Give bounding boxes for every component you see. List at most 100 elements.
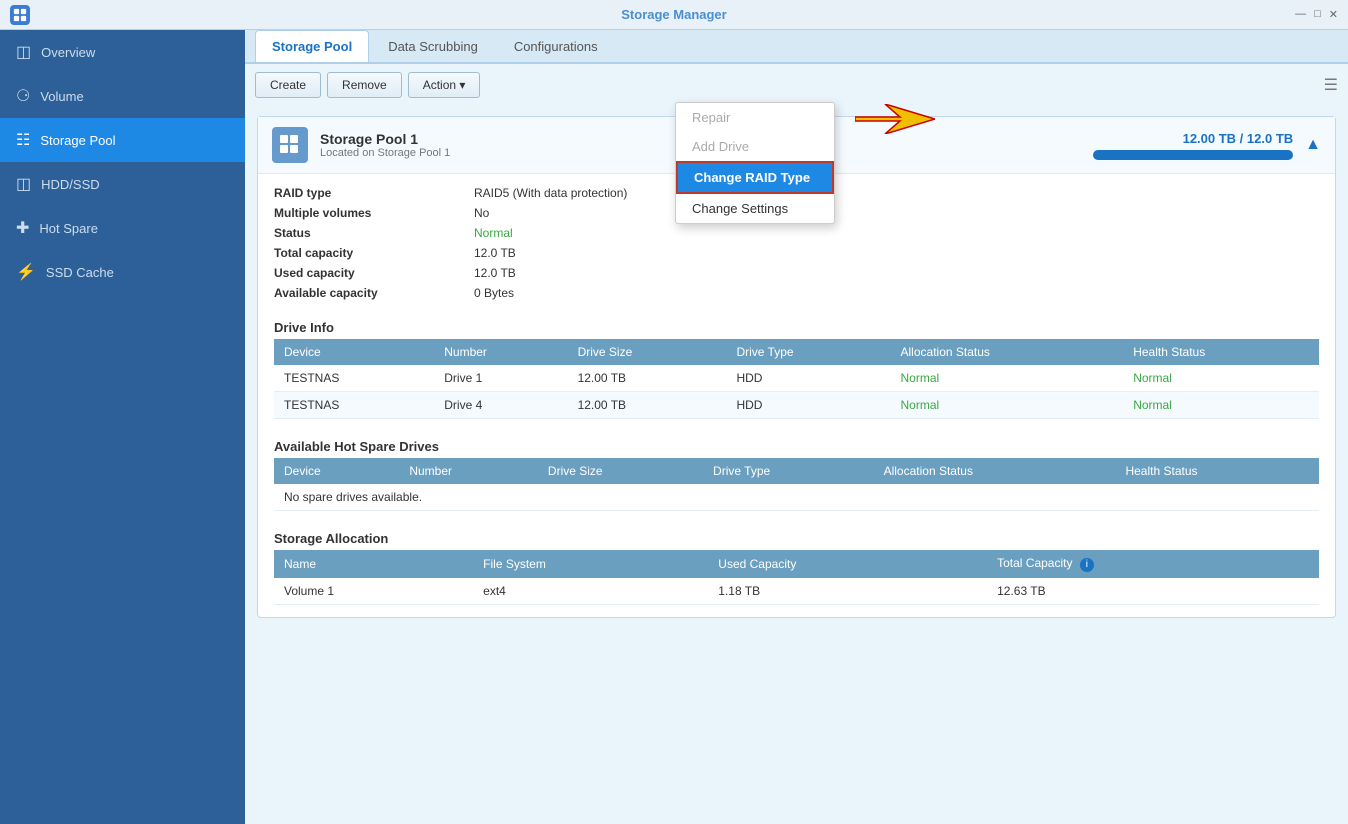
- hot-spare-table: Device Number Drive Size Drive Type Allo…: [274, 458, 1319, 511]
- hot-spare-table-wrapper: Device Number Drive Size Drive Type Allo…: [258, 458, 1335, 523]
- flash-icon: ⚡: [16, 262, 36, 282]
- multiple-volumes-value: No: [474, 206, 1319, 220]
- status-value: Normal: [474, 226, 1319, 240]
- capacity-bar: [1093, 150, 1293, 160]
- tab-bar: Storage Pool Data Scrubbing Configuratio…: [245, 30, 1348, 64]
- col-number: Number: [434, 339, 567, 365]
- titlebar-title: Storage Manager: [621, 7, 726, 22]
- sa-col-total: Total Capacity i: [987, 550, 1319, 578]
- hs-col-drive-size: Drive Size: [538, 458, 703, 484]
- cell-used: 1.18 TB: [708, 578, 987, 605]
- cell-device: TESTNAS: [274, 392, 434, 419]
- dropdown-change-settings[interactable]: Change Settings: [676, 194, 834, 223]
- tab-storage-pool[interactable]: Storage Pool: [255, 30, 369, 62]
- dropdown-add-drive[interactable]: Add Drive: [676, 132, 834, 161]
- cell-name: Volume 1: [274, 578, 473, 605]
- sidebar-item-label: Volume: [40, 89, 83, 104]
- create-button[interactable]: Create: [255, 72, 321, 98]
- available-capacity-label: Available capacity: [274, 286, 454, 300]
- sidebar-item-hdd-ssd[interactable]: ◫ HDD/SSD: [0, 162, 245, 206]
- capacity-fill: [1093, 150, 1293, 160]
- cell-size: 12.00 TB: [568, 365, 727, 392]
- pool-title: Storage Pool 1: [320, 131, 450, 147]
- app-icon: [10, 5, 30, 25]
- hs-col-number: Number: [399, 458, 538, 484]
- hs-col-health: Health Status: [1115, 458, 1319, 484]
- total-capacity-info-icon[interactable]: i: [1080, 558, 1094, 572]
- table-icon: ☷: [16, 130, 30, 150]
- titlebar: Storage Manager — □ ✕: [0, 0, 1348, 30]
- table-row: No spare drives available.: [274, 484, 1319, 511]
- collapse-button[interactable]: ▲: [1305, 136, 1321, 154]
- titlebar-controls: — □ ✕: [1295, 8, 1338, 21]
- raid-type-value: RAID5 (With data protection): [474, 186, 1319, 200]
- action-label: Action ▾: [423, 78, 466, 92]
- pool-capacity-text: 12.00 TB / 12.0 TB: [1093, 131, 1293, 146]
- hot-spare-section-title: Available Hot Spare Drives: [258, 431, 1335, 458]
- action-dropdown: Repair Add Drive Change RAID Type Change…: [675, 102, 835, 224]
- drive-info-section-title: Drive Info: [258, 312, 1335, 339]
- no-spare-message: No spare drives available.: [274, 484, 1319, 511]
- sidebar: ◫ Overview ⚆ Volume ☷ Storage Pool ◫ HDD…: [0, 30, 245, 824]
- sidebar-item-label: Overview: [41, 45, 95, 60]
- arrow-indicator: [855, 104, 935, 137]
- total-capacity-value: 12.0 TB: [474, 246, 1319, 260]
- dropdown-change-raid-type[interactable]: Change RAID Type: [676, 161, 834, 194]
- pool-icon: [272, 127, 308, 163]
- hs-col-drive-type: Drive Type: [703, 458, 874, 484]
- table-row: TESTNAS Drive 1 12.00 TB HDD Normal Norm…: [274, 365, 1319, 392]
- available-capacity-value: 0 Bytes: [474, 286, 1319, 300]
- status-label: Status: [274, 226, 454, 240]
- sidebar-item-volume[interactable]: ⚆ Volume: [0, 74, 245, 118]
- drive-info-table: Device Number Drive Size Drive Type Allo…: [274, 339, 1319, 419]
- cell-health: Normal: [1123, 365, 1319, 392]
- multiple-volumes-label: Multiple volumes: [274, 206, 454, 220]
- monitor-icon: ◫: [16, 174, 31, 194]
- grid-icon: ◫: [16, 42, 31, 62]
- col-health-status: Health Status: [1123, 339, 1319, 365]
- dropdown-repair[interactable]: Repair: [676, 103, 834, 132]
- sa-col-filesystem: File System: [473, 550, 708, 578]
- table-row: TESTNAS Drive 4 12.00 TB HDD Normal Norm…: [274, 392, 1319, 419]
- cell-allocation: Normal: [891, 392, 1124, 419]
- action-button[interactable]: Action ▾: [408, 72, 481, 98]
- cell-filesystem: ext4: [473, 578, 708, 605]
- storage-allocation-table-wrapper: Name File System Used Capacity Total Cap…: [258, 550, 1335, 617]
- close-button[interactable]: ✕: [1329, 8, 1338, 21]
- col-allocation-status: Allocation Status: [891, 339, 1124, 365]
- cell-total: 12.63 TB: [987, 578, 1319, 605]
- sidebar-item-hot-spare[interactable]: ✚ Hot Spare: [0, 206, 245, 250]
- pool-subtitle: Located on Storage Pool 1: [320, 147, 450, 159]
- used-capacity-label: Used capacity: [274, 266, 454, 280]
- users-icon: ⚆: [16, 86, 30, 106]
- restore-button[interactable]: □: [1314, 8, 1321, 21]
- pool-title-block: Storage Pool 1 Located on Storage Pool 1: [320, 131, 450, 159]
- toolbar: Create Remove Action ▾ ☰ Repair Add Driv…: [245, 64, 1348, 106]
- hs-col-device: Device: [274, 458, 399, 484]
- col-drive-size: Drive Size: [568, 339, 727, 365]
- list-view-icon[interactable]: ☰: [1324, 75, 1338, 95]
- tab-configurations[interactable]: Configurations: [497, 30, 615, 62]
- sidebar-item-storage-pool[interactable]: ☷ Storage Pool: [0, 118, 245, 162]
- remove-button[interactable]: Remove: [327, 72, 402, 98]
- cell-type: HDD: [726, 365, 890, 392]
- pool-capacity: 12.00 TB / 12.0 TB: [1093, 131, 1293, 160]
- sidebar-item-label: Hot Spare: [39, 221, 98, 236]
- sidebar-item-label: SSD Cache: [46, 265, 114, 280]
- cell-number: Drive 4: [434, 392, 567, 419]
- main-panel: Storage Pool Data Scrubbing Configuratio…: [245, 30, 1348, 824]
- minimize-button[interactable]: —: [1295, 8, 1306, 21]
- cell-health: Normal: [1123, 392, 1319, 419]
- table-row: Volume 1 ext4 1.18 TB 12.63 TB: [274, 578, 1319, 605]
- sa-col-used: Used Capacity: [708, 550, 987, 578]
- sidebar-item-ssd-cache[interactable]: ⚡ SSD Cache: [0, 250, 245, 294]
- col-drive-type: Drive Type: [726, 339, 890, 365]
- hs-col-allocation: Allocation Status: [874, 458, 1116, 484]
- storage-allocation-table: Name File System Used Capacity Total Cap…: [274, 550, 1319, 605]
- total-capacity-label: Total capacity: [274, 246, 454, 260]
- cell-allocation: Normal: [891, 365, 1124, 392]
- raid-type-label: RAID type: [274, 186, 454, 200]
- cell-device: TESTNAS: [274, 365, 434, 392]
- sidebar-item-overview[interactable]: ◫ Overview: [0, 30, 245, 74]
- tab-data-scrubbing[interactable]: Data Scrubbing: [371, 30, 495, 62]
